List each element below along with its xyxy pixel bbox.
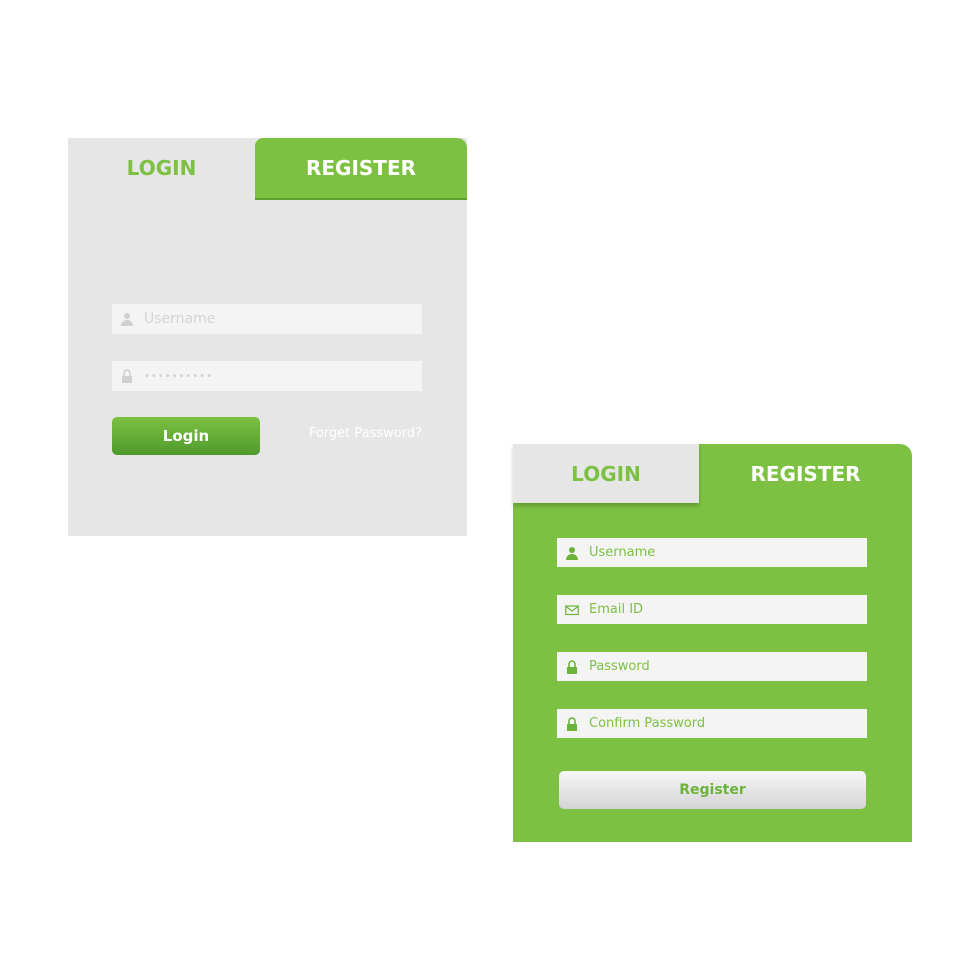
password-value: •••••••••• xyxy=(144,370,213,382)
tab-register[interactable]: REGISTER xyxy=(255,138,467,198)
username-placeholder: Username xyxy=(589,545,656,560)
username-input[interactable]: Username xyxy=(112,304,422,334)
tab-register[interactable]: REGISTER xyxy=(699,444,912,503)
confirm-password-placeholder: Confirm Password xyxy=(589,716,706,731)
password-input[interactable]: •••••••••• xyxy=(112,361,422,391)
username-input[interactable]: Username xyxy=(557,538,867,567)
forgot-password-link[interactable]: Forget Password? xyxy=(309,426,422,441)
lock-icon xyxy=(567,659,577,674)
login-button[interactable]: Login xyxy=(112,417,260,455)
lock-icon xyxy=(567,716,577,731)
email-input[interactable]: Email ID xyxy=(557,595,867,624)
envelope-icon xyxy=(565,604,579,615)
user-icon xyxy=(566,546,578,560)
password-input[interactable]: Password xyxy=(557,652,867,681)
tab-login[interactable]: LOGIN xyxy=(513,444,699,503)
login-panel: LOGIN REGISTER Username •••••••••• Login… xyxy=(68,138,467,536)
tab-login[interactable]: LOGIN xyxy=(68,138,255,198)
password-placeholder: Password xyxy=(589,659,650,674)
register-panel: LOGIN REGISTER Username Email ID Passwor… xyxy=(513,444,912,842)
username-placeholder: Username xyxy=(144,311,216,327)
user-icon xyxy=(121,313,133,326)
confirm-password-input[interactable]: Confirm Password xyxy=(557,709,867,738)
email-placeholder: Email ID xyxy=(589,602,644,617)
lock-icon xyxy=(122,369,132,383)
register-button[interactable]: Register xyxy=(559,771,866,809)
